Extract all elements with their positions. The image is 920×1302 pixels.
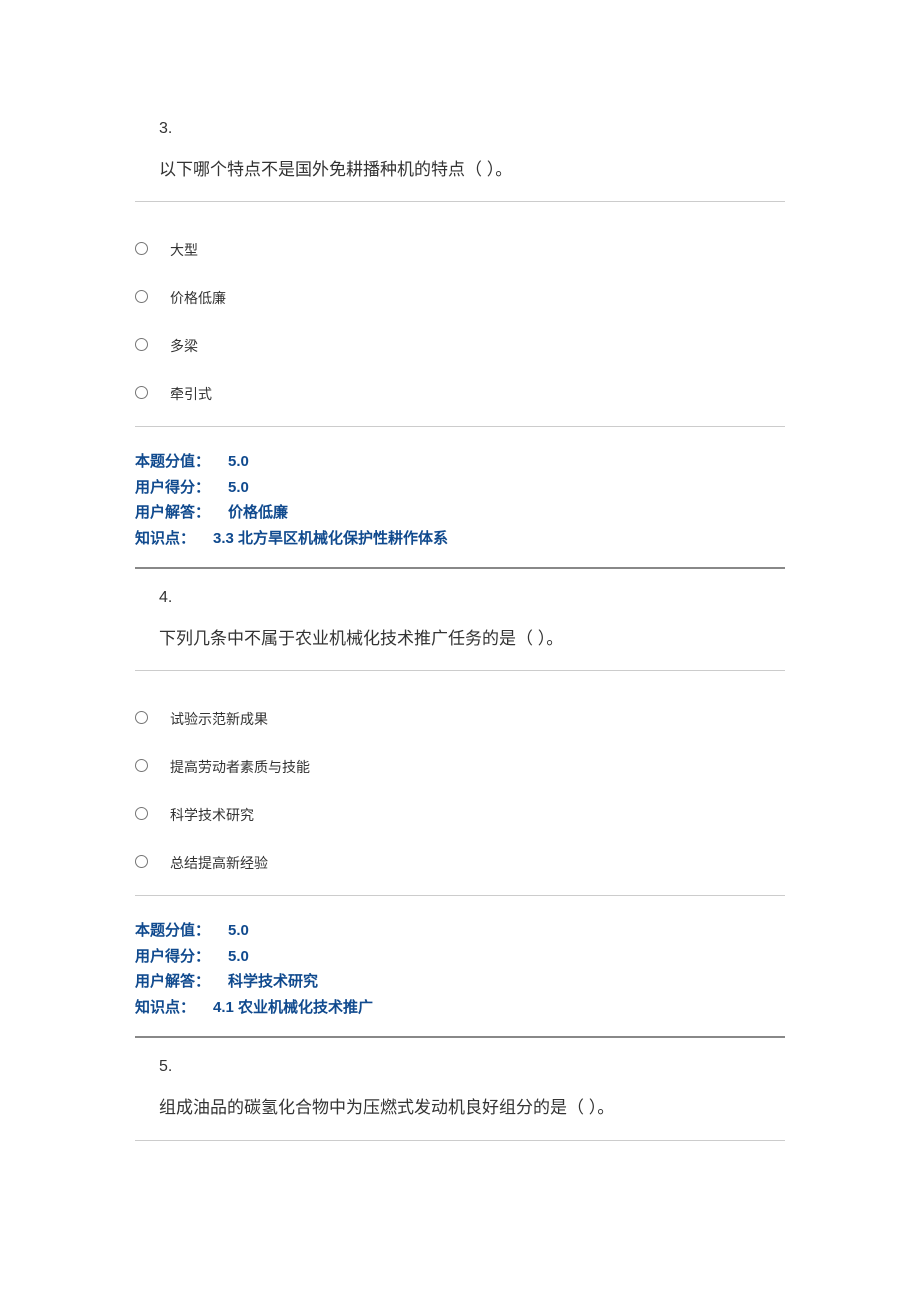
- meta-label: 用户得分：: [135, 475, 210, 501]
- page-content: 3. 以下哪个特点不是国外免耕播种机的特点（ ）。 大型 价格低廉 多梁 牵引式: [0, 0, 920, 1211]
- question-number: 5.: [135, 1048, 785, 1094]
- question-5: 5. 组成油品的碳氢化合物中为压燃式发动机良好组分的是（ ）。: [135, 1048, 785, 1140]
- meta-knowledge-point: 知识点： 3.3 北方旱区机械化保护性耕作体系: [135, 526, 785, 552]
- meta-knowledge-point: 知识点： 4.1 农业机械化技术推广: [135, 995, 785, 1021]
- question-text: 组成油品的碳氢化合物中为压燃式发动机良好组分的是（ ）。: [135, 1094, 785, 1139]
- option-radio[interactable]: [135, 807, 148, 820]
- option-label: 提高劳动者素质与技能: [170, 753, 310, 777]
- meta-value: 5.0: [228, 944, 249, 970]
- options-list: 试验示范新成果 提高劳动者素质与技能 科学技术研究 总结提高新经验: [135, 671, 785, 895]
- meta-score: 本题分值： 5.0: [135, 918, 785, 944]
- option-row: 科学技术研究: [135, 789, 785, 837]
- question-number: 4.: [135, 579, 785, 625]
- meta-user-answer: 用户解答： 科学技术研究: [135, 969, 785, 995]
- meta-value: 5.0: [228, 475, 249, 501]
- meta-user-score: 用户得分： 5.0: [135, 475, 785, 501]
- thick-separator: [135, 1036, 785, 1038]
- option-row: 牵引式: [135, 368, 785, 416]
- meta-value: 3.3 北方旱区机械化保护性耕作体系: [213, 526, 448, 552]
- option-radio[interactable]: [135, 711, 148, 724]
- meta-value: 科学技术研究: [228, 969, 318, 995]
- option-label: 总结提高新经验: [170, 849, 268, 873]
- question-text: 以下哪个特点不是国外免耕播种机的特点（ ）。: [135, 156, 785, 201]
- meta-value: 5.0: [228, 449, 249, 475]
- option-radio[interactable]: [135, 855, 148, 868]
- question-meta: 本题分值： 5.0 用户得分： 5.0 用户解答： 科学技术研究 知识点： 4.…: [135, 896, 785, 1036]
- option-row: 试验示范新成果: [135, 693, 785, 741]
- meta-label: 知识点：: [135, 526, 195, 552]
- option-radio[interactable]: [135, 242, 148, 255]
- option-label: 科学技术研究: [170, 801, 254, 825]
- meta-label: 用户解答：: [135, 500, 210, 526]
- option-label: 价格低廉: [170, 284, 226, 308]
- meta-label: 本题分值：: [135, 918, 210, 944]
- meta-value: 4.1 农业机械化技术推广: [213, 995, 373, 1021]
- option-row: 大型: [135, 224, 785, 272]
- option-radio[interactable]: [135, 290, 148, 303]
- question-meta: 本题分值： 5.0 用户得分： 5.0 用户解答： 价格低廉 知识点： 3.3 …: [135, 427, 785, 567]
- option-radio[interactable]: [135, 759, 148, 772]
- meta-user-score: 用户得分： 5.0: [135, 944, 785, 970]
- question-number: 3.: [135, 110, 785, 156]
- option-label: 大型: [170, 236, 198, 260]
- meta-value: 价格低廉: [228, 500, 288, 526]
- option-row: 多梁: [135, 320, 785, 368]
- meta-score: 本题分值： 5.0: [135, 449, 785, 475]
- option-label: 牵引式: [170, 380, 212, 404]
- option-row: 总结提高新经验: [135, 837, 785, 885]
- meta-user-answer: 用户解答： 价格低廉: [135, 500, 785, 526]
- meta-label: 用户解答：: [135, 969, 210, 995]
- option-row: 价格低廉: [135, 272, 785, 320]
- question-3: 3. 以下哪个特点不是国外免耕播种机的特点（ ）。 大型 价格低廉 多梁 牵引式: [135, 110, 785, 569]
- meta-label: 用户得分：: [135, 944, 210, 970]
- thick-separator: [135, 567, 785, 569]
- question-4: 4. 下列几条中不属于农业机械化技术推广任务的是（ ）。 试验示范新成果 提高劳…: [135, 579, 785, 1038]
- options-list: 大型 价格低廉 多梁 牵引式: [135, 202, 785, 426]
- option-label: 试验示范新成果: [170, 705, 268, 729]
- option-label: 多梁: [170, 332, 198, 356]
- option-row: 提高劳动者素质与技能: [135, 741, 785, 789]
- question-text: 下列几条中不属于农业机械化技术推广任务的是（ ）。: [135, 625, 785, 670]
- option-radio[interactable]: [135, 338, 148, 351]
- separator: [135, 1140, 785, 1141]
- option-radio[interactable]: [135, 386, 148, 399]
- meta-value: 5.0: [228, 918, 249, 944]
- meta-label: 本题分值：: [135, 449, 210, 475]
- meta-label: 知识点：: [135, 995, 195, 1021]
